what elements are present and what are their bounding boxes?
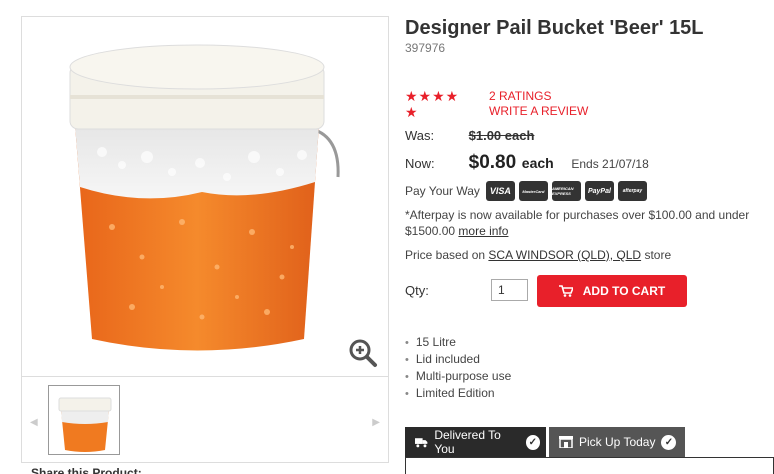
qty-label: Qty: — [405, 283, 429, 298]
add-to-cart-label: ADD TO CART — [582, 284, 666, 298]
store-icon — [559, 436, 573, 448]
amex-logo: AMERICAN EXPRESS — [551, 181, 581, 201]
now-unit: each — [521, 155, 554, 171]
afterpay-logo: afterpay — [617, 181, 647, 201]
price-based-suffix: store — [644, 248, 672, 262]
ratings-count-link[interactable]: 2 RATINGS — [489, 89, 588, 104]
more-info-link[interactable]: more info — [458, 224, 508, 238]
list-item: Multi-purpose use — [405, 368, 511, 385]
afterpay-note: *Afterpay is now available for purchases… — [405, 207, 765, 239]
qty-input[interactable] — [491, 279, 528, 301]
fulfilment-tabs: Delivered To You ✓ Pick Up Today ✓ — [405, 427, 688, 457]
zoom-in-icon[interactable] — [348, 338, 378, 368]
tab-panel — [405, 457, 774, 474]
now-label: Now: — [405, 156, 435, 171]
was-price-row: Was: $1.00 each — [405, 128, 534, 143]
product-title: Designer Pail Bucket 'Beer' 15L — [405, 17, 704, 39]
thumbnail-bucket — [58, 397, 112, 452]
pay-your-way-label: Pay Your Way — [405, 184, 480, 198]
thumb-next-arrow-icon[interactable]: ▶ — [372, 417, 380, 428]
bucket-illustration — [69, 44, 340, 351]
check-icon: ✓ — [525, 434, 540, 450]
add-to-cart-button[interactable]: ADD TO CART — [537, 275, 687, 307]
thumbnail-strip: ◀ ▶ — [21, 377, 389, 463]
was-label: Was: — [405, 128, 435, 143]
afterpay-note-text: *Afterpay is now available for purchases… — [405, 208, 750, 238]
was-price: $1.00 each — [468, 128, 535, 143]
ratings-links: 2 RATINGS WRITE A REVIEW — [489, 89, 588, 119]
price-based-store: Price based on SCA WINDSOR (QLD), QLD st… — [405, 248, 671, 262]
list-item: Limited Edition — [405, 385, 511, 402]
product-main-image[interactable] — [21, 16, 389, 377]
truck-icon — [415, 437, 428, 447]
thumbnail-image[interactable] — [48, 385, 120, 455]
visa-logo: VISA — [485, 181, 515, 201]
share-label: Share this Product: — [31, 466, 142, 474]
cart-icon — [558, 285, 573, 297]
price-based-prefix: Price based on — [405, 248, 486, 262]
now-price: $0.80 — [468, 152, 517, 173]
tab-pickup[interactable]: Pick Up Today ✓ — [549, 427, 685, 457]
check-icon: ✓ — [661, 434, 677, 450]
now-price-row: Now: $0.80 each Ends 21/07/18 — [405, 152, 649, 174]
tab-pickup-label: Pick Up Today — [579, 435, 656, 449]
feature-list: 15 Litre Lid included Multi-purpose use … — [405, 334, 511, 402]
sale-ends: Ends 21/07/18 — [571, 157, 649, 171]
mastercard-logo: MasterCard — [518, 181, 548, 201]
rating-stars: ★★★★ ★ — [405, 88, 460, 120]
write-review-link[interactable]: WRITE A REVIEW — [489, 104, 588, 119]
tab-delivered[interactable]: Delivered To You ✓ — [405, 427, 546, 457]
list-item: 15 Litre — [405, 334, 511, 351]
product-sku: 397976 — [405, 41, 446, 55]
paypal-logo: PayPal — [584, 181, 614, 201]
payment-methods: Pay Your Way VISA MasterCard AMERICAN EX… — [405, 181, 647, 201]
thumb-prev-arrow-icon[interactable]: ◀ — [30, 417, 38, 428]
tab-delivered-label: Delivered To You — [434, 428, 501, 456]
store-link[interactable]: SCA WINDSOR (QLD), QLD — [488, 248, 641, 262]
list-item: Lid included — [405, 351, 511, 368]
